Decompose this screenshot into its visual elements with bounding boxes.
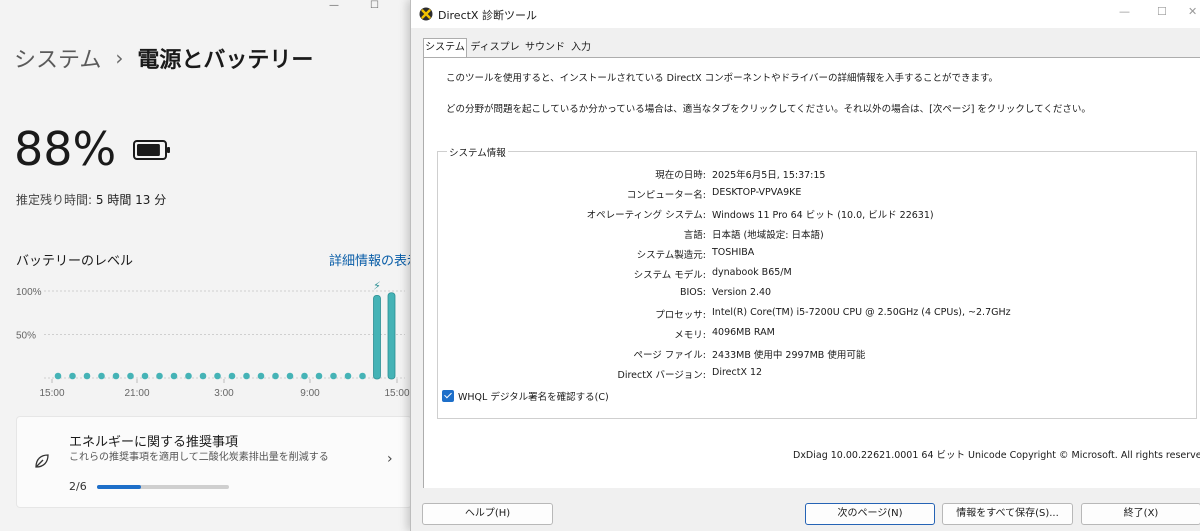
exit-button[interactable]: 終了(X) xyxy=(1081,503,1200,525)
info-value: 2025年6月5日, 15:37:15 xyxy=(712,170,826,181)
energy-recommendation-card[interactable]: エネルギーに関する推奨事項 これらの推奨事項を適用して二酸化炭素排出量を削減する… xyxy=(16,416,412,508)
breadcrumb-system[interactable]: システム xyxy=(14,42,101,74)
chart-point xyxy=(98,372,105,380)
info-value: dynabook B65/M xyxy=(712,267,792,278)
chart-point xyxy=(199,372,207,380)
info-key: ページ ファイル: xyxy=(633,350,706,361)
x-tick-label: 9:00 xyxy=(300,388,320,399)
intro-text-1: このツールを使用すると、インストールされている DirectX コンポーネントや… xyxy=(446,73,998,84)
info-key: システム モデル: xyxy=(633,270,706,281)
chevron-right-icon: › xyxy=(387,451,393,467)
detail-info-link[interactable]: 詳細情報の表示 xyxy=(329,250,420,269)
dxdiag-window: DirectX 診断ツール — ☐ ✕ システム ディスプレイ サウンド 入力 … xyxy=(410,0,1200,531)
info-value: TOSHIBA xyxy=(712,247,755,258)
directx-icon xyxy=(419,7,433,21)
battery-icon xyxy=(133,140,170,160)
close-icon[interactable]: ✕ xyxy=(1188,5,1197,18)
group-label: システム情報 xyxy=(447,145,508,159)
info-key: プロセッサ: xyxy=(655,310,706,321)
chart-point xyxy=(54,372,62,380)
next-page-button[interactable]: 次のページ(N) xyxy=(805,503,935,525)
estimated-time: 推定残り時間: 5 時間 13 分 xyxy=(16,191,166,208)
chart-point xyxy=(156,372,163,380)
whql-checkbox[interactable]: WHQL デジタル署名を確認する(C) xyxy=(442,389,609,403)
maximize-icon[interactable]: ☐ xyxy=(1157,5,1167,18)
tab-display[interactable]: ディスプレイ xyxy=(467,39,523,70)
breadcrumb-chevron-icon: › xyxy=(115,46,124,70)
maximize-icon[interactable]: ☐ xyxy=(370,0,379,11)
x-tick-label: 15:00 xyxy=(384,388,409,399)
tab-input[interactable]: 入力 xyxy=(567,39,595,56)
info-key: メモリ: xyxy=(674,330,706,341)
y-tick-label: 50% xyxy=(16,331,36,342)
estimate-label: 推定残り時間: xyxy=(16,193,93,207)
copyright-text: DxDiag 10.00.22621.0001 64 ビット Unicode C… xyxy=(793,450,1200,461)
breadcrumb: システム › 電源とバッテリー xyxy=(14,42,313,74)
x-tick-label: 21:00 xyxy=(124,388,149,399)
info-value: Version 2.40 xyxy=(712,287,772,298)
info-key: DirectX バージョン: xyxy=(617,370,706,381)
window-title: DirectX 診断ツール xyxy=(438,9,537,22)
charging-icon: ⚡ xyxy=(373,279,381,292)
recommendation-progress xyxy=(97,485,229,489)
recommendation-count: 2/6 xyxy=(69,480,87,493)
info-value: Intel(R) Core(TM) i5-7200U CPU @ 2.50GHz… xyxy=(712,307,1011,318)
x-tick-label: 15:00 xyxy=(39,388,64,399)
chart-point xyxy=(69,372,76,380)
chart-point xyxy=(170,372,178,380)
save-all-button[interactable]: 情報をすべて保存(S)... xyxy=(942,503,1073,525)
battery-level-chart: 100% 50% 15:00 21:00 3:00 9:00 15:00 ⚡ xyxy=(16,279,410,399)
battery-level-heading: バッテリーのレベル xyxy=(16,254,134,269)
info-key: 言語: xyxy=(683,230,706,241)
chart-point xyxy=(141,372,149,380)
tab-system[interactable]: システム xyxy=(423,38,467,58)
chart-point xyxy=(272,372,279,380)
system-info-group: システム情報 現在の日時: 2025年6月5日, 15:37:15 コンピューター名… xyxy=(437,145,1197,419)
info-key: コンピューター名: xyxy=(626,190,706,201)
x-tick-label: 3:00 xyxy=(214,388,234,399)
chart-point xyxy=(257,372,265,380)
chart-point xyxy=(330,372,337,380)
whql-label: WHQL デジタル署名を確認する(C) xyxy=(458,392,609,403)
chart-point xyxy=(286,372,294,380)
chart-point xyxy=(185,372,192,380)
chart-bar xyxy=(373,294,381,380)
info-value: 4096MB RAM xyxy=(712,327,775,338)
chart-point xyxy=(127,372,134,380)
info-value: DirectX 12 xyxy=(712,367,763,378)
info-value: Windows 11 Pro 64 ビット (10.0, ビルド 22631) xyxy=(712,210,934,221)
info-key: 現在の日時: xyxy=(655,170,706,181)
title-bar[interactable]: DirectX 診断ツール — ☐ ✕ xyxy=(411,0,1200,28)
y-tick-label: 100% xyxy=(16,287,42,298)
help-button[interactable]: ヘルプ(H) xyxy=(422,503,553,525)
chart-point xyxy=(83,372,91,380)
minimize-icon[interactable]: — xyxy=(329,0,339,11)
info-value: 2433MB 使用中 2997MB 使用可能 xyxy=(712,350,866,361)
checkbox-checked-icon[interactable] xyxy=(442,390,454,402)
chart-point xyxy=(301,372,308,380)
info-value: 日本語 (地域設定: 日本語) xyxy=(712,230,824,241)
estimate-value: 5 時間 13 分 xyxy=(95,193,167,207)
settings-window: — ☐ システム › 電源とバッテリー 88% 推定残り時間: 5 時間 13 … xyxy=(0,0,420,531)
minimize-icon[interactable]: — xyxy=(1119,5,1130,18)
chart-point xyxy=(214,372,221,380)
leaf-icon xyxy=(35,454,49,468)
chart-point xyxy=(344,372,352,380)
chart-point xyxy=(112,372,120,380)
tab-panel-system: このツールを使用すると、インストールされている DirectX コンポーネントや… xyxy=(423,57,1200,488)
chart-point xyxy=(243,372,250,380)
chart-point xyxy=(228,372,236,380)
info-key: オペレーティング システム: xyxy=(586,210,706,221)
chart-point xyxy=(315,372,323,380)
info-key: BIOS: xyxy=(679,287,706,298)
intro-text-2: どの分野が問題を起こしているか分かっている場合は、適当なタブをクリックしてくださ… xyxy=(446,104,1091,115)
recommendation-subtitle: これらの推奨事項を適用して二酸化炭素排出量を削減する xyxy=(69,452,329,463)
info-key: システム製造元: xyxy=(636,250,706,261)
tab-sound[interactable]: サウンド xyxy=(525,39,565,56)
chart-point xyxy=(359,372,366,380)
info-value: DESKTOP-VPVA9KE xyxy=(712,187,802,198)
page-title: 電源とバッテリー xyxy=(137,48,314,73)
battery-percentage: 88% xyxy=(14,122,117,176)
chart-bar xyxy=(387,292,396,380)
